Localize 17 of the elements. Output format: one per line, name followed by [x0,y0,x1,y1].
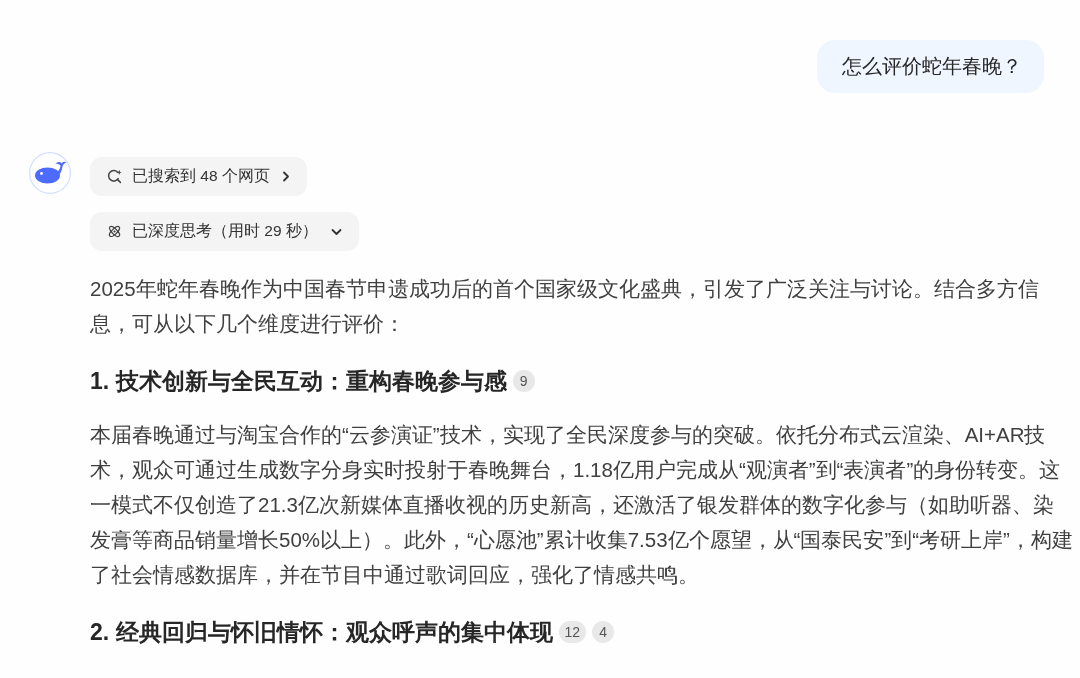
citation-link[interactable]: 12 [558,621,587,643]
section-heading: 1. 技术创新与全民互动：重构春晚参与感 [90,367,507,396]
search-sparkle-icon [107,169,122,184]
chevron-right-icon [281,171,290,182]
user-message: 怎么评价蛇年春晚？ [817,40,1044,93]
citation-link[interactable]: 9 [512,370,535,392]
citation-link[interactable]: 4 [592,621,615,643]
chip-label: 已搜索到 48 个网页 [132,166,270,186]
chip-label: 已深度思考（用时 29 秒） [132,221,318,241]
atom-icon [107,224,122,239]
search-results-button[interactable]: 已搜索到 48 个网页 [90,157,307,196]
thinking-toggle-button[interactable]: 已深度思考（用时 29 秒） [90,212,359,251]
section-heading: 2. 经典回归与怀旧情怀：观众呼声的集中体现 [90,618,553,647]
chevron-down-icon [330,227,342,236]
answer-paragraph: 2025年蛇年春晚作为中国春节申遗成功后的首个国家级文化盛典，引发了广泛关注与讨论。结合多方信息，可从以下几个维度进行评价： [90,276,1040,337]
answer-paragraph: 本届春晚通过与淘宝合作的“云参演证”技术，实现了全民深度参与的突破。依托分布式云渲染、AI+AR技术，观众可通过生成数字分身实时投射于春晚舞台，1.18亿用户完成从“观演者”到“表演者”的身份转变。这一模式不仅创造了21.3亿次新媒体直播收视的历史新高，还激活了银发群体的数字化参与（如助听器、染发膏等商品销量增长50%以上）。此外，“心愿池”累计收集7.53亿个愿望，从“国泰民安”到“考研上岸”，构建了社会情感数据库，并在节目中通过歌词回应，强化了情感共鸣。 [90,422,1074,588]
whale-logo-icon [29,152,71,194]
